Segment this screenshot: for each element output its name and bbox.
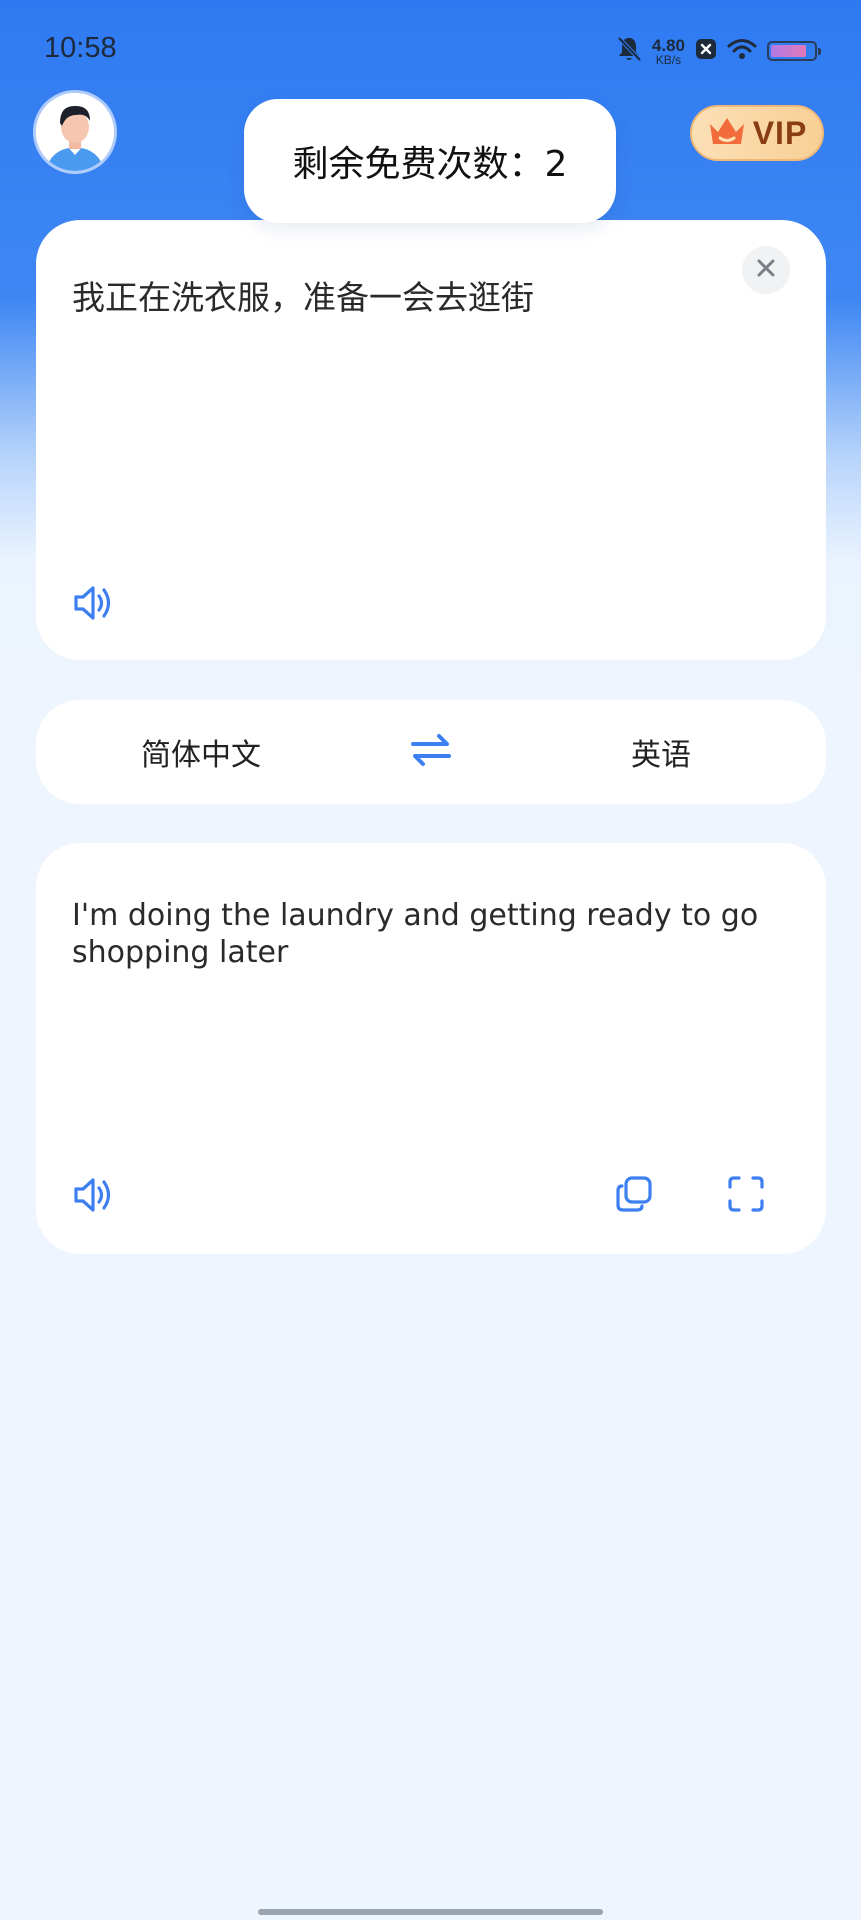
net-speed-unit: KB/s [655,52,682,67]
swap-arrows-icon [409,732,453,772]
vip-button[interactable]: VIP [690,105,824,161]
speaker-icon [72,583,116,627]
free-uses-text: 剩余免费次数：2 [292,144,568,185]
status-bar: 10:58 4.80 KB/s [0,0,861,100]
crown-icon [707,114,747,152]
translation-text: I'm doing the laundry and getting ready … [72,898,759,970]
free-uses-toast: 剩余免费次数：2 [244,99,616,223]
source-text[interactable]: 我正在洗衣服，准备一会去逛街 [72,276,726,320]
clear-button[interactable] [742,246,790,294]
status-time: 10:58 [44,32,117,64]
source-language-selector[interactable]: 简体中文 [36,700,366,804]
swap-languages-button[interactable] [404,726,458,778]
bell-muted-icon [616,35,642,67]
translation-result-card: I'm doing the laundry and getting ready … [36,843,826,1254]
close-icon [756,258,776,282]
speaker-icon [72,1175,116,1219]
battery-tip [818,48,821,55]
target-language-selector[interactable]: 英语 [496,700,826,804]
source-speak-button[interactable] [70,581,118,629]
source-text-card[interactable]: 我正在洗衣服，准备一会去逛街 [36,220,826,660]
translator-screen: 10:58 4.80 KB/s VIP 剩余免费次数：2 我正在洗衣服，准备一会… [0,0,861,1920]
home-indicator[interactable] [258,1909,603,1915]
battery-level [771,45,807,57]
net-speed: 4.80 KB/s [652,37,685,66]
result-speak-button[interactable] [70,1173,118,1221]
status-icons: 4.80 KB/s [616,34,821,68]
net-speed-value: 4.80 [651,35,685,55]
vip-label: VIP [752,114,808,151]
copy-button[interactable] [610,1172,658,1220]
fullscreen-button[interactable] [722,1172,770,1220]
battery-icon [767,41,821,61]
fullscreen-icon [726,1174,766,1218]
x-app-icon [695,38,717,64]
wifi-icon [727,38,757,64]
user-avatar-icon[interactable] [36,93,114,171]
language-bar: 简体中文 英语 [36,700,826,804]
copy-icon [614,1174,654,1218]
